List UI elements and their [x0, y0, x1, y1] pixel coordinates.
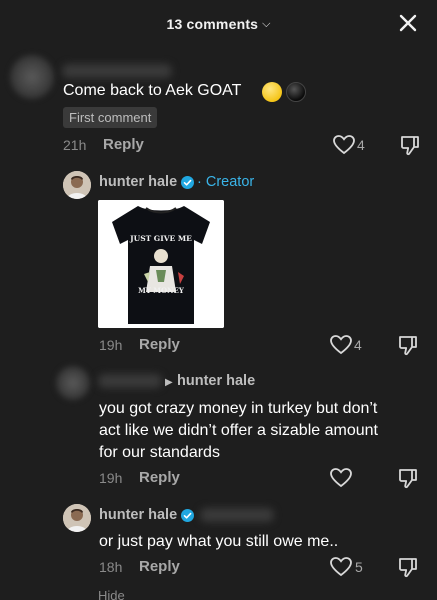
chevron-down-icon[interactable]: ⌵ [262, 18, 270, 31]
dislike-icon[interactable] [397, 334, 419, 356]
shirt-image[interactable]: JUST GIVE ME MY MONEY [98, 200, 224, 328]
comment-text-line: for our standards [99, 444, 220, 461]
reply-button[interactable]: Reply [103, 136, 144, 153]
username-blurred[interactable] [62, 64, 172, 78]
avatar-blurred[interactable] [56, 366, 90, 400]
username-blurred[interactable] [98, 374, 162, 388]
avatar[interactable] [63, 171, 91, 199]
comment-time: 21h [63, 137, 87, 153]
comment-count-title[interactable]: 13 comments [166, 16, 258, 32]
like-count: 4 [354, 337, 362, 353]
heart-icon[interactable] [330, 557, 352, 577]
black-circle-emoji [286, 82, 306, 102]
comment-time: 19h [99, 470, 123, 486]
hide-replies-button[interactable]: Hide [98, 588, 125, 600]
heart-icon[interactable] [330, 468, 352, 488]
yellow-circle-emoji [262, 82, 282, 102]
comment-text-line: act like we didn’t offer a sizable amoun… [99, 422, 378, 439]
reply-arrow-icon: ▶ [165, 377, 173, 388]
first-comment-badge: First comment [63, 107, 158, 128]
dislike-icon[interactable] [397, 467, 419, 489]
heart-icon[interactable] [333, 135, 355, 155]
heart-icon[interactable] [330, 335, 352, 355]
comment-text-line: you got crazy money in turkey but don’t [99, 400, 378, 417]
like-count: 4 [357, 137, 365, 153]
avatar[interactable] [63, 504, 91, 532]
verified-icon [181, 176, 194, 189]
dislike-icon[interactable] [397, 556, 419, 578]
username[interactable]: hunter hale [99, 174, 177, 190]
like-count: 5 [355, 559, 363, 575]
dislike-icon[interactable] [399, 134, 421, 156]
close-icon[interactable] [397, 12, 419, 34]
verified-icon [181, 509, 194, 522]
reply-to-username[interactable]: hunter hale [177, 373, 255, 389]
reply-button[interactable]: Reply [139, 469, 180, 486]
comments-header[interactable]: 13 comments ⌵ [0, 0, 437, 48]
reply-target-blurred [200, 508, 274, 522]
creator-label: · Creator [197, 174, 255, 190]
comment-time: 19h [99, 337, 123, 353]
shirt-caption-top: JUST GIVE ME [130, 234, 192, 243]
reply-button[interactable]: Reply [139, 558, 180, 575]
comment-text: Come back to Aek GOAT [63, 82, 242, 99]
username[interactable]: hunter hale [99, 507, 177, 523]
comment-text: or just pay what you still owe me.. [99, 533, 339, 550]
avatar-blurred[interactable] [10, 55, 54, 99]
reply-button[interactable]: Reply [139, 336, 180, 353]
comment-time: 18h [99, 559, 123, 575]
shirt-caption-bottom: MY MONEY [138, 286, 184, 295]
